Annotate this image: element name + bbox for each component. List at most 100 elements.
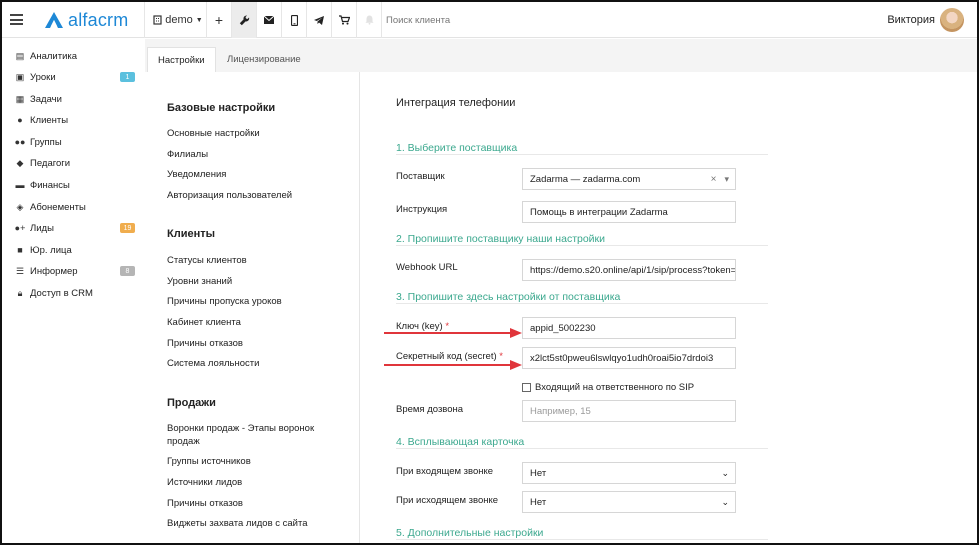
checkbox-label: Входящий на ответственного по SIP [535, 382, 695, 393]
settings-link[interactable]: Причины отказов [167, 337, 327, 350]
clear-icon[interactable]: × [711, 174, 717, 185]
step-title: 5. Дополнительные настройки [396, 527, 544, 539]
clipboard-icon: ▦ [15, 93, 25, 104]
telephony-form: Интеграция телефонии 1. Выберите поставщ… [360, 72, 977, 543]
settings-link[interactable]: Причины пропуска уроков [167, 295, 327, 308]
sidebar-item-label: Группы [30, 136, 62, 148]
outgoing-select[interactable]: Нет ⌄ [522, 491, 736, 513]
settings-link[interactable]: Система лояльности [167, 357, 327, 370]
dial-time-input[interactable]: Например, 15 [522, 400, 736, 422]
phone-icon[interactable] [282, 2, 306, 38]
plus-icon[interactable]: + [207, 2, 231, 38]
sidebar-item-label: Педагоги [30, 157, 71, 169]
sidebar-item-tasks[interactable]: ▦ Задачи [14, 91, 62, 107]
sidebar-item-crm-access[interactable]: 🔒︎ Доступ в CRM [14, 285, 93, 301]
sidebar-item-label: Юр. лица [30, 244, 72, 256]
settings-link[interactable]: Авторизация пользователей [167, 189, 327, 202]
caret-down-icon: ▼ [195, 16, 203, 24]
menu-icon[interactable] [10, 14, 23, 25]
step-title: 3. Пропишите здесь настройки от поставщи… [396, 291, 621, 303]
client-search-input[interactable]: Поиск клиента [386, 15, 450, 26]
sidebar-item-label: Финансы [30, 179, 70, 191]
tag-icon: ◈ [16, 201, 24, 212]
lessons-count-badge: 1 [120, 72, 135, 82]
tab-licensing[interactable]: Лицензирование [217, 47, 311, 72]
settings-link[interactable]: Уровни знаний [167, 275, 327, 288]
branch-selector[interactable]: demo ▼ [152, 2, 204, 38]
settings-link[interactable]: Виджеты захвата лидов с сайта [167, 517, 327, 530]
top-bar: alfacrm demo ▼ + Поиск клиента Виктория [2, 2, 977, 38]
map-icon: ▤ [15, 50, 25, 61]
checkbox[interactable] [522, 383, 531, 392]
sip-responsible-checkbox[interactable]: Входящий на ответственного по SIP [522, 382, 694, 393]
settings-link[interactable]: Причины отказов [167, 497, 327, 510]
sidebar-item-leads[interactable]: ●+ Лиды [14, 220, 54, 236]
step-title: 2. Пропишите поставщику наши настройки [396, 233, 606, 245]
provider-label: Поставщик [396, 171, 445, 182]
secret-field[interactable]: x2lct5st0pweu6lswlqyo1udh0roai5io7drdoi3 [522, 347, 736, 369]
settings-link[interactable]: Группы источников [167, 455, 327, 468]
caret-down-icon: ▾ [724, 173, 729, 184]
provider-select[interactable]: Zadarma — zadarma.com × ▾ [522, 168, 736, 190]
sidebar-item-label: Аналитика [30, 50, 78, 62]
sidebar-item-teachers[interactable]: ◆ Педагоги [14, 155, 71, 171]
sidebar-item-label: Доступ в CRM [30, 287, 93, 299]
arrow-icon [384, 328, 522, 338]
sidebar-item-finance[interactable]: ▬ Финансы [14, 177, 70, 193]
sidebar-item-groups[interactable]: ●● Группы [14, 134, 62, 150]
section-title-clients: Клиенты [167, 228, 216, 240]
logo-text: alfacrm [68, 9, 129, 30]
sidebar-item-lessons[interactable]: ▣ Уроки [14, 69, 56, 85]
cart-icon[interactable] [332, 2, 356, 38]
arrow-icon [384, 360, 522, 370]
step-title: 4. Всплывающая карточка [396, 436, 525, 448]
tabs-bar: Настройки Лицензирование [145, 39, 977, 72]
money-icon: ▬ [15, 180, 25, 190]
settings-link[interactable]: Уведомления [167, 168, 327, 181]
app-window: alfacrm demo ▼ + Поиск клиента Виктория … [0, 0, 979, 545]
user-icon: ● [17, 115, 23, 125]
sidebar-item-label: Лиды [30, 222, 54, 234]
sidebar-item-informer[interactable]: ☰ Информер [14, 263, 78, 279]
provider-value: Zadarma — zadarma.com [530, 173, 641, 185]
incoming-select[interactable]: Нет ⌄ [522, 462, 736, 484]
sidebar-item-clients[interactable]: ● Клиенты [14, 112, 68, 128]
tab-settings[interactable]: Настройки [147, 47, 216, 72]
sidebar-item-label: Задачи [30, 93, 62, 105]
logo-mark-icon [45, 12, 63, 28]
settings-link[interactable]: Статусы клиентов [167, 254, 327, 267]
mail-icon[interactable] [257, 2, 281, 38]
sidebar-item-subscriptions[interactable]: ◈ Абонементы [14, 199, 86, 215]
branch-name: demo [165, 14, 193, 26]
user-plus-icon: ●+ [14, 223, 26, 233]
webhook-label: Webhook URL [396, 262, 458, 273]
calendar-icon: ▣ [15, 71, 25, 82]
webhook-url-field[interactable]: https://demo.s20.online/api/1/sip/proces… [522, 259, 736, 281]
dial-time-label: Время дозвона [396, 404, 464, 415]
lock-icon: 🔒︎ [17, 287, 23, 298]
avatar[interactable] [940, 8, 964, 32]
sidebar-item-analytics[interactable]: ▤ Аналитика [14, 48, 77, 64]
wrench-icon[interactable] [232, 2, 256, 38]
section-title-basic: Базовые настройки [167, 102, 276, 114]
settings-link[interactable]: Кабинет клиента [167, 316, 327, 329]
outgoing-label: При исходящем звонке [396, 495, 499, 506]
sidebar-item-label: Информер [30, 265, 78, 277]
settings-link[interactable]: Источники лидов [167, 476, 327, 489]
sidebar-item-label: Абонементы [30, 201, 86, 213]
sidebar-item-label: Уроки [30, 71, 56, 83]
settings-link[interactable]: Воронки продаж - Этапы воронок продаж [167, 422, 327, 448]
settings-link[interactable]: Основные настройки [167, 127, 327, 140]
logo[interactable]: alfacrm [44, 10, 128, 30]
step-title: 1. Выберите поставщика [396, 142, 518, 154]
instruction-link[interactable]: Помощь в интеграции Zadarma [522, 201, 736, 223]
key-field[interactable]: appid_5002230 [522, 317, 736, 339]
user-name[interactable]: Виктория [887, 14, 935, 26]
sidebar-item-legal-entities[interactable]: ■ Юр. лица [14, 242, 72, 258]
settings-link[interactable]: Филиалы [167, 148, 327, 161]
bell-icon[interactable] [357, 2, 381, 38]
informer-count-badge: 8 [120, 266, 135, 276]
incoming-label: При входящем звонке [396, 466, 494, 477]
telegram-icon[interactable] [307, 2, 331, 38]
form-title: Интеграция телефонии [396, 97, 516, 109]
